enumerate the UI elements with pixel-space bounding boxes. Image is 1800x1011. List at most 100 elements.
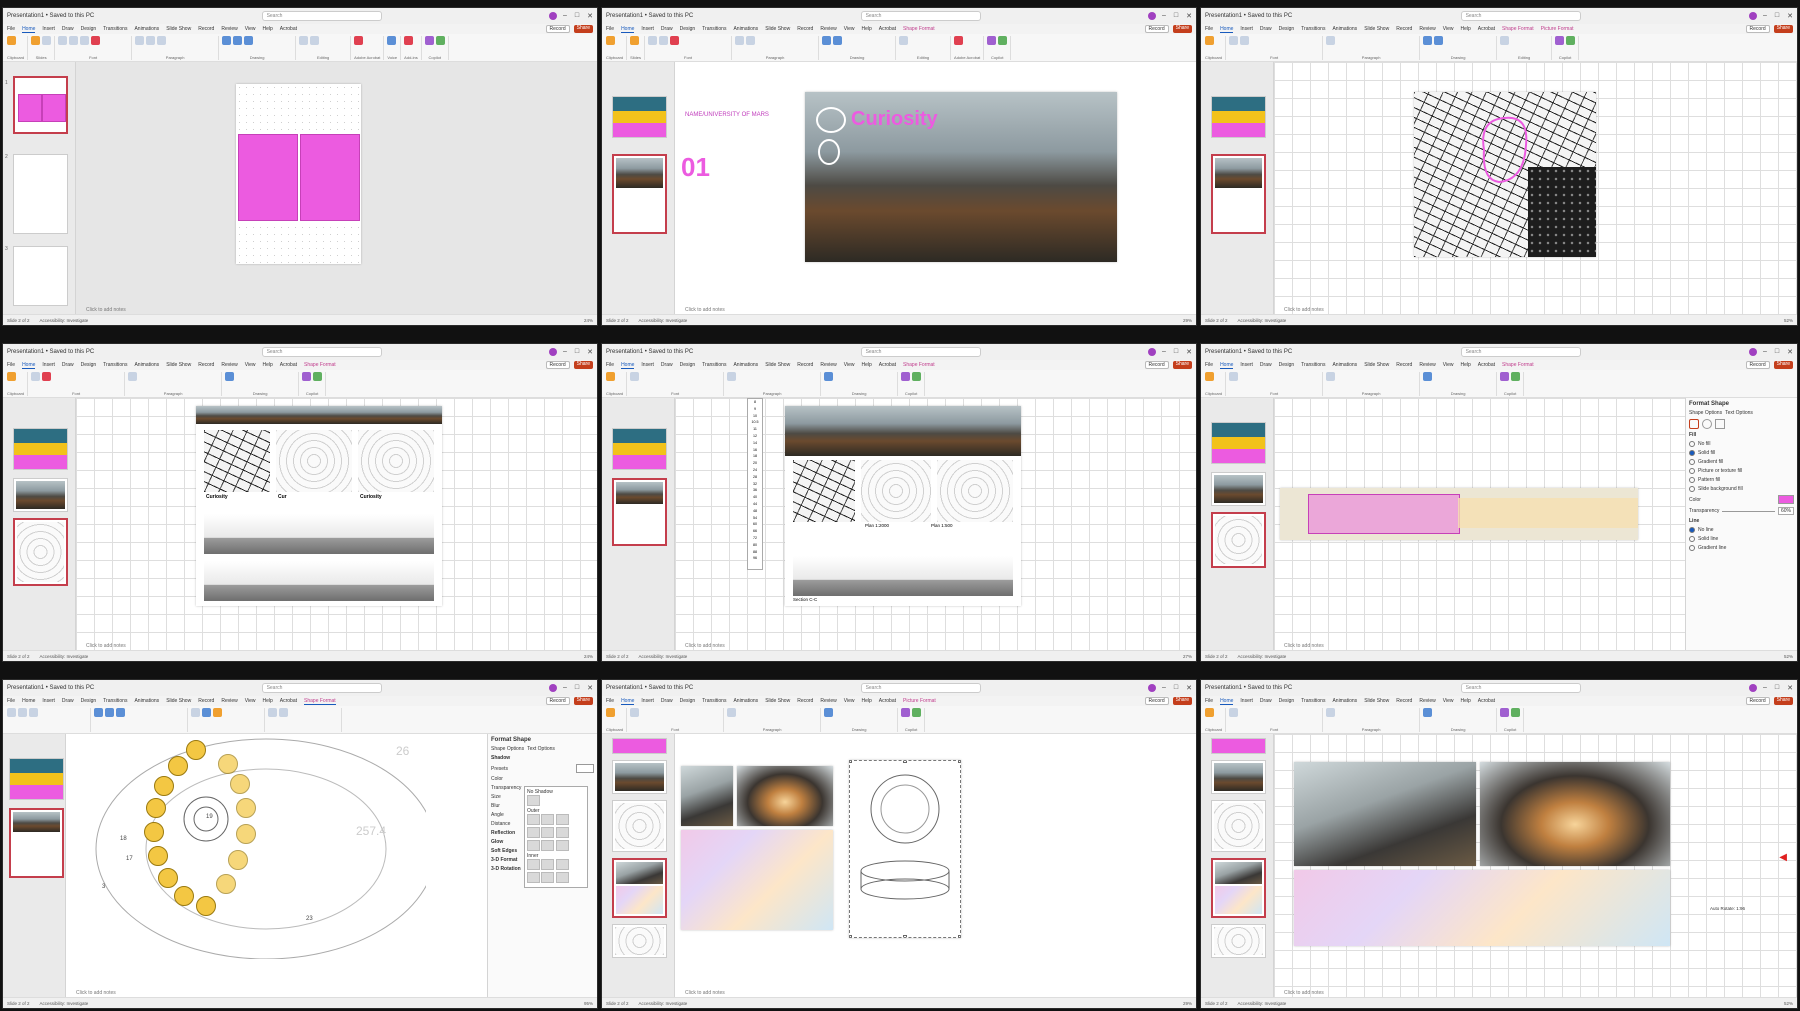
bullets-icon[interactable] (727, 372, 737, 381)
tab-slideshow[interactable]: Slide Show (166, 26, 191, 32)
designer-icon[interactable] (302, 372, 312, 381)
avatar[interactable] (548, 12, 557, 20)
tab-record[interactable]: Record (198, 26, 214, 32)
designer-icon[interactable] (901, 372, 911, 381)
avatar[interactable] (548, 684, 557, 692)
dark-plan-image[interactable] (1528, 167, 1596, 257)
yellow-circle-shape[interactable] (216, 874, 236, 894)
slide[interactable]: Curiosity Cur Curiosity (196, 406, 442, 606)
children-drawings-collage[interactable] (1294, 870, 1670, 946)
slide-thumbnail-1[interactable] (1211, 422, 1266, 464)
bold-icon[interactable] (31, 372, 41, 381)
search-input[interactable]: Search (860, 347, 981, 357)
search-input[interactable]: Search (261, 11, 382, 21)
arrange-icon[interactable] (1434, 36, 1444, 45)
replace-icon[interactable] (310, 36, 320, 45)
yellow-circle-shape[interactable] (174, 886, 194, 906)
avatar[interactable] (1147, 684, 1156, 692)
site-map-image[interactable] (204, 430, 270, 492)
slide[interactable] (236, 84, 361, 264)
slide-thumbnail-4[interactable] (1211, 858, 1266, 918)
find-icon[interactable] (899, 36, 909, 45)
edit-shape-icon[interactable] (7, 708, 16, 717)
slide[interactable]: Plan 1:2000 Plan 1:500 Section C-C (785, 406, 1021, 606)
slide-thumbnail-2[interactable] (1211, 154, 1266, 234)
close-icon[interactable]: ✕ (1186, 684, 1192, 692)
designer-icon[interactable] (987, 36, 997, 45)
bullets-icon[interactable] (1326, 36, 1336, 45)
copilot-icon[interactable] (1511, 372, 1521, 381)
avatar[interactable] (1748, 348, 1757, 356)
copilot-icon[interactable] (1566, 36, 1576, 45)
designer-icon[interactable] (1500, 372, 1510, 381)
caption[interactable]: Cur (278, 494, 287, 500)
tab-home[interactable]: Home (22, 26, 36, 33)
pavilion-photo[interactable] (737, 766, 833, 826)
bullets-icon[interactable] (727, 708, 737, 717)
tab-help[interactable]: Help (262, 26, 272, 32)
minimize-icon[interactable]: – (1162, 12, 1166, 20)
radio-solid-fill[interactable] (1689, 450, 1695, 456)
sketch-plan[interactable] (937, 460, 1013, 522)
tab-animations[interactable]: Animations (134, 26, 159, 32)
header-photo[interactable] (785, 406, 1021, 456)
arrange-icon[interactable] (233, 36, 243, 45)
slide-thumbnail-3[interactable] (612, 800, 667, 852)
hero-photo[interactable]: Curiosity (805, 92, 1117, 262)
minimize-icon[interactable]: – (1763, 12, 1767, 20)
tab-shape-format[interactable]: Shape Format (903, 26, 935, 32)
minimize-icon[interactable]: – (1162, 348, 1166, 356)
font-color-icon[interactable] (42, 372, 52, 381)
bold-icon[interactable] (58, 36, 68, 45)
tab-design[interactable]: Design (81, 26, 97, 32)
terrain-shape[interactable] (1458, 498, 1638, 528)
underline-icon[interactable] (80, 36, 90, 45)
maximize-icon[interactable]: □ (1174, 684, 1178, 692)
close-icon[interactable]: ✕ (1787, 12, 1793, 20)
avatar[interactable] (548, 348, 557, 356)
copilot-icon[interactable] (1511, 708, 1521, 717)
minimize-icon[interactable]: – (1162, 684, 1166, 692)
site-map-image[interactable] (1414, 92, 1596, 257)
curiosity-title[interactable]: Curiosity (851, 108, 938, 131)
slide-thumbnail-1[interactable] (9, 758, 64, 800)
caption[interactable]: Curiosity (206, 494, 228, 500)
slide-thumbnail-1[interactable] (612, 428, 667, 470)
align-icon[interactable] (746, 36, 756, 45)
shapes-icon[interactable] (1423, 36, 1433, 45)
slide-thumbnail-2[interactable] (1211, 472, 1266, 506)
close-icon[interactable]: ✕ (587, 348, 593, 356)
wordart-icon[interactable] (191, 708, 200, 717)
interior-photo[interactable] (681, 766, 733, 826)
create-pdf-icon[interactable] (354, 36, 364, 45)
minimize-icon[interactable]: – (563, 12, 567, 20)
red-arrow-icon[interactable]: ◀ (1779, 852, 1787, 863)
arrange-icon[interactable] (833, 36, 843, 45)
slide-thumbnail-1[interactable] (13, 76, 68, 134)
tab-file[interactable]: File (7, 26, 15, 32)
new-slide-icon[interactable] (31, 36, 41, 45)
send-backward-icon[interactable] (279, 708, 288, 717)
shapes-icon[interactable] (824, 372, 834, 381)
search-input[interactable]: Search (261, 683, 382, 693)
copilot-icon[interactable] (912, 372, 922, 381)
search-input[interactable]: Search (1460, 11, 1581, 21)
minimize-icon[interactable]: – (563, 684, 567, 692)
addins-icon[interactable] (404, 36, 414, 45)
slide-thumbnail-2[interactable] (612, 154, 667, 234)
dictate-icon[interactable] (387, 36, 397, 45)
designer-icon[interactable] (424, 36, 434, 45)
new-slide-icon[interactable] (630, 36, 640, 45)
find-icon[interactable] (1500, 36, 1510, 45)
no-shadow-preset[interactable] (527, 795, 540, 806)
presets-dropdown[interactable] (576, 764, 594, 773)
paste-icon[interactable] (1205, 708, 1214, 717)
close-icon[interactable]: ✕ (1186, 348, 1192, 356)
children-drawings-collage[interactable] (681, 830, 833, 930)
radio-no-fill[interactable] (1689, 441, 1695, 447)
paste-icon[interactable] (7, 372, 16, 381)
yellow-circle-shape[interactable] (168, 756, 188, 776)
slide-thumbnail-1[interactable] (1211, 96, 1266, 138)
tab-text-options[interactable]: Text Options (1725, 410, 1753, 416)
tab-acrobat[interactable]: Acrobat (280, 26, 297, 32)
